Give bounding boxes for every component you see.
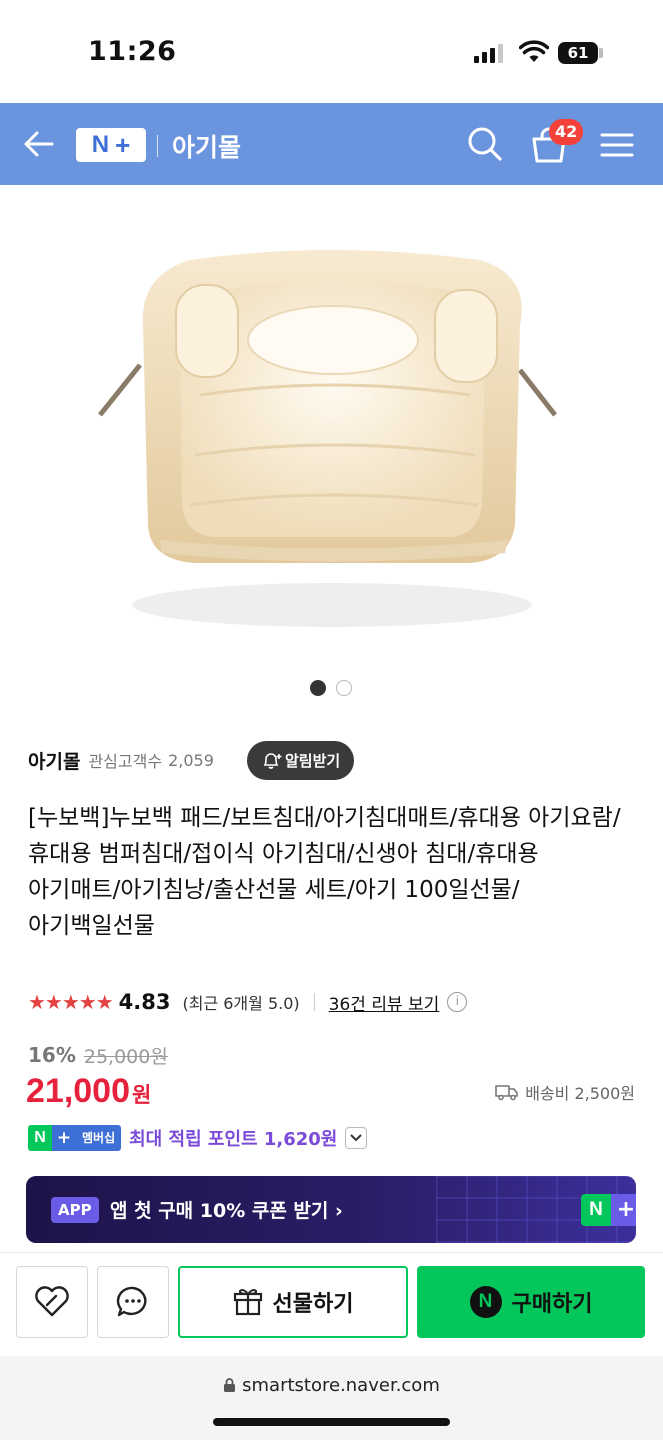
rating-recent: (최근 6개월 5.0)	[182, 994, 300, 1013]
alarm-label: 알림받기	[285, 752, 341, 770]
carousel-dot[interactable]	[336, 680, 352, 696]
logo-plus: +	[115, 129, 131, 160]
membership-points: 최대 적립 포인트 1,620원	[129, 1129, 338, 1150]
url-text: smartstore.naver.com	[242, 1375, 440, 1396]
info-icon[interactable]: i	[447, 992, 468, 1012]
search-icon[interactable]	[466, 125, 504, 163]
cellular-signal-icon	[474, 43, 503, 63]
carousel-indicator[interactable]	[310, 680, 352, 696]
buy-button[interactable]: N 구매하기	[417, 1266, 645, 1338]
gift-button[interactable]: 선물하기	[178, 1266, 408, 1338]
status-time: 11:26	[88, 36, 177, 67]
wishlist-button[interactable]	[16, 1266, 88, 1338]
banner-logo-n: N	[581, 1194, 611, 1226]
cart-count-badge: 42	[549, 119, 584, 145]
app-coupon-banner[interactable]: APP 앱 첫 구매 10% 쿠폰 받기 › N +	[26, 1176, 636, 1243]
logo-n: N	[91, 131, 110, 158]
url-display[interactable]: smartstore.naver.com	[0, 1375, 663, 1396]
heart-icon	[35, 1286, 69, 1317]
store-info-row: 아기몰 관심고객수 2,059	[28, 740, 214, 780]
store-name[interactable]: 아기몰	[28, 747, 80, 774]
product-title: [누보백]누보백 패드/보트침대/아기침대매트/휴대용 아기요람/휴대용 범퍼침…	[28, 805, 621, 939]
naver-pay-icon: N	[469, 1286, 502, 1318]
product-image[interactable]	[0, 185, 663, 665]
fans-label: 관심고객수	[88, 752, 163, 771]
discount-rate: 16%	[28, 1043, 76, 1067]
sale-price-row: 21,000 원	[26, 1072, 151, 1116]
gift-label: 선물하기	[272, 1292, 354, 1317]
star-rating-icon: ★★★★★	[28, 990, 114, 1014]
membership-n: N	[28, 1125, 52, 1151]
chat-button[interactable]	[97, 1266, 169, 1338]
bell-plus-icon	[263, 752, 282, 769]
battery-tip	[599, 48, 603, 58]
home-indicator[interactable]	[213, 1418, 450, 1426]
shipping-fee: 배송비 2,500원	[525, 1084, 635, 1103]
app-tag: APP	[51, 1197, 99, 1223]
membership-badge: N + 멤버십	[28, 1125, 122, 1151]
rating-row: ★★★★★ 4.83 (최근 6개월 5.0) 36건 리뷰 보기 i	[28, 985, 468, 1019]
battery-indicator: 61	[558, 42, 598, 64]
membership-label: 멤버십	[76, 1125, 122, 1151]
sale-price-unit: 원	[132, 1083, 152, 1107]
bottom-action-bar: 선물하기 N 구매하기	[0, 1252, 663, 1355]
carousel-dot-active[interactable]	[310, 680, 326, 696]
store-title[interactable]: 아기몰	[172, 128, 241, 164]
wifi-icon	[519, 40, 549, 62]
sale-price: 21,000	[26, 1072, 130, 1110]
fans-count: 2,059	[168, 750, 214, 770]
chat-bubble-icon	[116, 1286, 147, 1317]
menu-icon[interactable]	[600, 131, 634, 159]
buy-label: 구매하기	[511, 1292, 593, 1317]
membership-plus: +	[52, 1125, 76, 1151]
alarm-subscribe-button[interactable]: 알림받기	[247, 741, 355, 780]
discount-row: 16% 25,000원	[28, 1040, 168, 1070]
app-coupon-text: 앱 첫 구매 10% 쿠폰 받기 ›	[110, 1200, 343, 1222]
browser-url-bar[interactable]: smartstore.naver.com	[0, 1356, 663, 1440]
membership-row[interactable]: N + 멤버십 최대 적립 포인트 1,620원	[28, 1124, 368, 1152]
rating-divider	[313, 993, 315, 1011]
chevron-down-icon[interactable]	[345, 1127, 368, 1149]
lock-icon	[224, 1378, 236, 1392]
naver-plus-logo[interactable]: N +	[76, 128, 146, 162]
review-link[interactable]: 36건 리뷰 보기	[329, 990, 440, 1015]
status-bar: 11:26 61	[0, 0, 663, 103]
shipping-info: 배송비 2,500원	[495, 1080, 635, 1104]
naver-plus-banner-logo: N +	[581, 1194, 636, 1226]
rating-value: 4.83	[118, 990, 171, 1014]
banner-logo-plus: +	[611, 1194, 636, 1226]
back-arrow-icon[interactable]	[22, 127, 56, 161]
gift-icon	[233, 1289, 262, 1316]
baby-bed-illustration	[98, 250, 557, 627]
original-price: 25,000원	[83, 1045, 168, 1068]
header-divider	[157, 135, 158, 157]
truck-icon	[495, 1085, 519, 1101]
